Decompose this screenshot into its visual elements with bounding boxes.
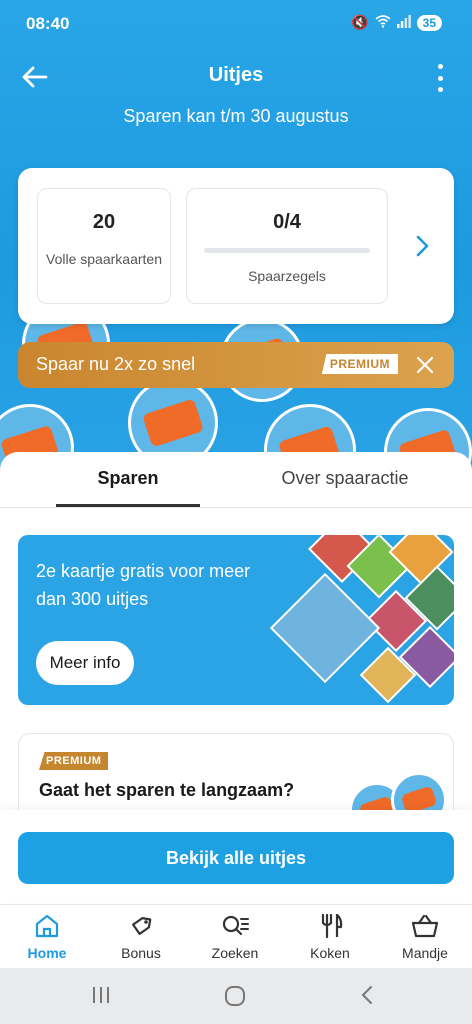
tab-sparen[interactable]: Sparen bbox=[56, 468, 200, 507]
premium-banner[interactable]: Spaar nu 2x zo snel PREMIUM bbox=[18, 342, 454, 388]
tab-bar: Sparen Over spaaractie bbox=[0, 452, 472, 508]
more-info-button[interactable]: Meer info bbox=[36, 641, 134, 685]
nav-home[interactable]: Home bbox=[2, 913, 92, 961]
premium-banner-text: Spaar nu 2x zo snel bbox=[36, 354, 196, 374]
promo-image bbox=[269, 572, 381, 684]
premium-badge: PREMIUM bbox=[321, 354, 398, 374]
system-navigation-bar bbox=[0, 968, 472, 1024]
promo-banner[interactable]: 2e kaartje gratis voor meer dan 300 uitj… bbox=[18, 535, 454, 705]
basket-icon bbox=[411, 914, 439, 938]
battery-indicator: 35 bbox=[416, 14, 442, 31]
nav-mandje-label: Mandje bbox=[402, 945, 448, 961]
nav-zoeken-label: Zoeken bbox=[211, 945, 259, 961]
status-time: 08:40 bbox=[26, 14, 70, 33]
nav-bonus[interactable]: Bonus bbox=[96, 913, 186, 961]
status-icons: 🔇 35 bbox=[351, 14, 442, 31]
mute-icon: 🔇 bbox=[351, 14, 369, 30]
tab-over-spaaractie[interactable]: Over spaaractie bbox=[262, 468, 428, 489]
premium-badge: PREMIUM bbox=[39, 752, 109, 770]
cutlery-icon bbox=[321, 913, 343, 939]
recent-apps-icon[interactable] bbox=[90, 984, 112, 1006]
stamps-progress-bar bbox=[204, 248, 370, 253]
full-cards-value: 20 bbox=[92, 211, 116, 233]
nav-home-label: Home bbox=[27, 945, 67, 961]
chevron-right-icon[interactable] bbox=[414, 232, 432, 260]
tag-icon bbox=[132, 917, 152, 935]
app-bar: Uitjes bbox=[0, 56, 472, 98]
nav-koken-label: Koken bbox=[310, 945, 350, 961]
nav-mandje[interactable]: Mandje bbox=[380, 913, 470, 961]
stamps-value: 0/4 bbox=[273, 211, 301, 233]
stamps-stat: 0/4 Spaarzegels bbox=[186, 188, 388, 304]
close-button[interactable] bbox=[414, 354, 436, 376]
signal-icon bbox=[396, 14, 411, 31]
nav-bonus-label: Bonus bbox=[121, 945, 161, 961]
premium-card-title: Gaat het sparen te langzaam? bbox=[39, 780, 295, 800]
nav-zoeken[interactable]: Zoeken bbox=[190, 913, 280, 961]
page-subtitle: Sparen kan t/m 30 augustus bbox=[123, 106, 349, 126]
promo-text: 2e kaartje gratis voor meer dan 300 uitj… bbox=[36, 561, 251, 609]
savings-summary-card[interactable]: 20 Volle spaarkaarten 0/4 Spaarzegels bbox=[18, 168, 454, 324]
home-button-icon[interactable] bbox=[223, 984, 247, 1008]
view-all-outings-button[interactable]: Bekijk alle uitjes bbox=[18, 832, 454, 884]
page-title: Uitjes bbox=[208, 64, 264, 86]
status-bar: 08:40 🔇 35 bbox=[0, 0, 472, 50]
home-icon bbox=[35, 914, 59, 938]
stamps-label: Spaarzegels bbox=[248, 268, 326, 284]
back-nav-icon[interactable] bbox=[356, 984, 378, 1006]
search-icon bbox=[222, 915, 249, 936]
close-icon bbox=[416, 356, 434, 374]
more-icon bbox=[437, 64, 443, 69]
nav-koken[interactable]: Koken bbox=[285, 913, 375, 961]
wifi-icon bbox=[375, 14, 391, 31]
full-cards-label: Volle spaarkaarten bbox=[46, 251, 162, 267]
full-cards-stat: 20 Volle spaarkaarten bbox=[37, 188, 171, 304]
bottom-navigation: Home Bonus Zoeken Koken Mandje bbox=[0, 904, 472, 968]
more-options-button[interactable] bbox=[434, 64, 446, 92]
